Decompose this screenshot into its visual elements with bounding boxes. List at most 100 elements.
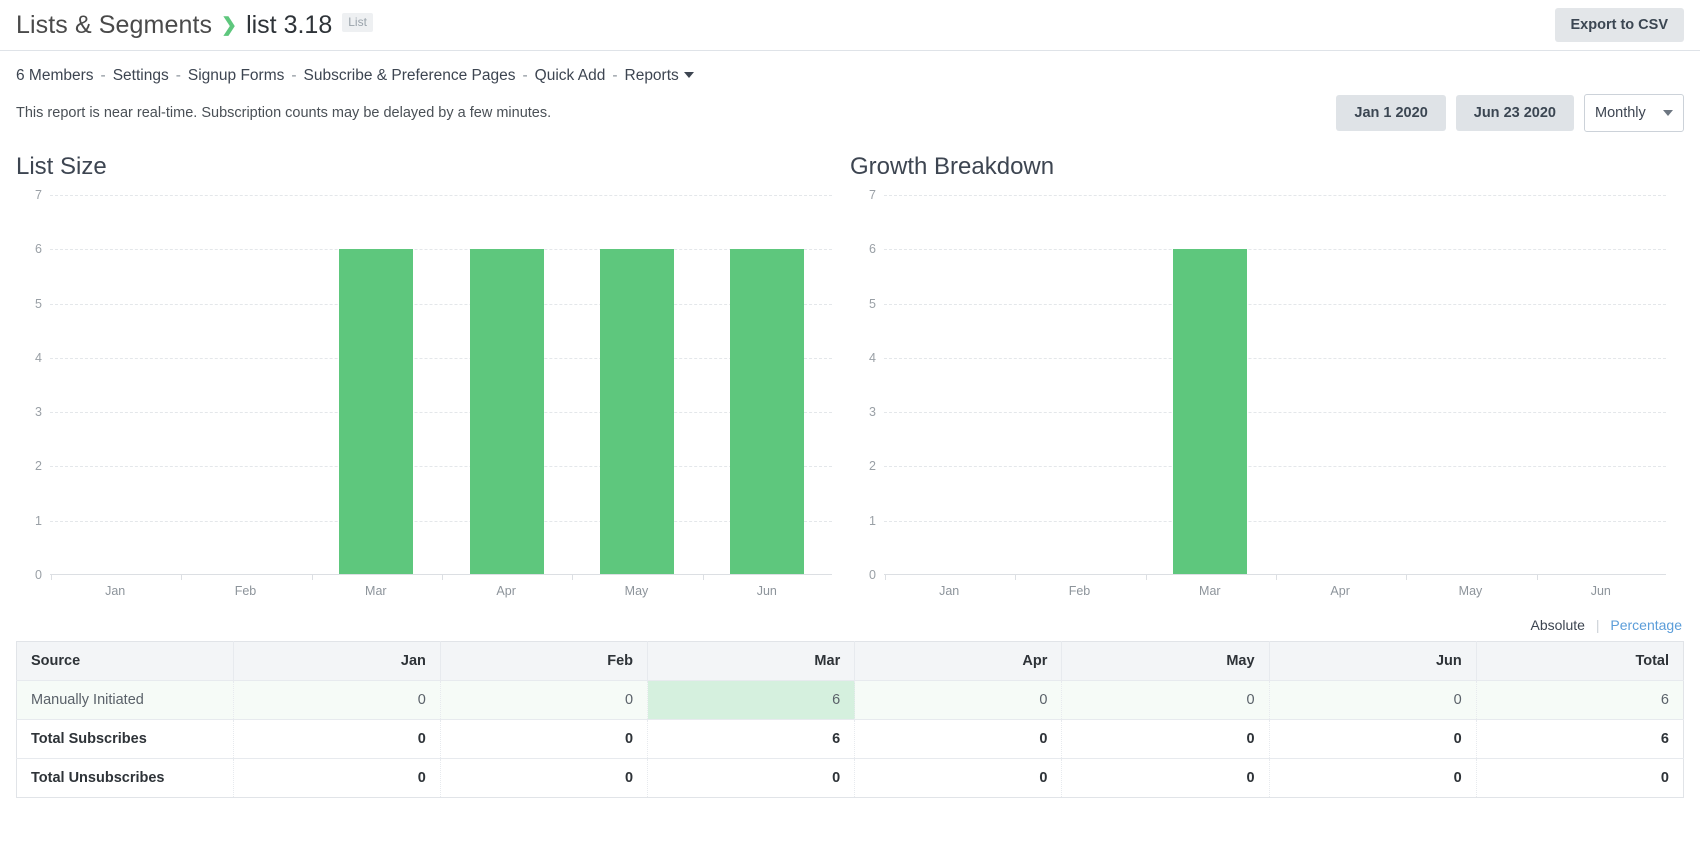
bar-slot-apr[interactable] <box>1275 195 1405 575</box>
y-tick-label: 5 <box>35 297 42 311</box>
bar-slot-mar[interactable] <box>1145 195 1275 575</box>
column-header-mar: Mar <box>648 642 855 681</box>
bar-slot-feb[interactable] <box>1014 195 1144 575</box>
y-tick-label: 4 <box>35 351 42 365</box>
absolute-option[interactable]: Absolute <box>1530 617 1584 633</box>
bar-may[interactable] <box>600 249 674 575</box>
x-tick-mark <box>572 575 573 580</box>
x-tick-mark <box>1537 575 1538 580</box>
bar-slot-jun[interactable] <box>1536 195 1666 575</box>
subnav-separator: - <box>291 67 296 85</box>
y-tick-label: 3 <box>869 405 876 419</box>
subnav-separator: - <box>176 67 181 85</box>
export-to-csv-button[interactable]: Export to CSV <box>1555 8 1684 42</box>
interval-select-value: Monthly <box>1595 105 1646 121</box>
subnav-separator: - <box>612 67 617 85</box>
row-label: Total Subscribes <box>17 720 234 759</box>
x-axis-line <box>884 574 1666 575</box>
toggle-divider: | <box>1596 617 1600 633</box>
growth-table-wrapper: SourceJanFebMarAprMayJunTotal Manually I… <box>0 641 1700 798</box>
x-tick-label: Apr <box>441 584 571 598</box>
percentage-option[interactable]: Percentage <box>1610 617 1682 633</box>
subnav-separator: - <box>523 67 528 85</box>
chart-title-list-size: List Size <box>16 153 832 181</box>
bar-slot-may[interactable] <box>1405 195 1535 575</box>
table-cell: 0 <box>233 720 440 759</box>
y-tick-label: 6 <box>869 242 876 256</box>
table-cell: 0 <box>855 681 1062 720</box>
end-date-button[interactable]: Jun 23 2020 <box>1456 95 1574 131</box>
x-tick-label: Jan <box>50 584 180 598</box>
table-cell: 0 <box>440 681 647 720</box>
table-cell: 6 <box>648 720 855 759</box>
chevron-right-icon: ❯ <box>221 16 237 35</box>
table-cell: 0 <box>440 759 647 798</box>
start-date-button[interactable]: Jan 1 2020 <box>1336 95 1445 131</box>
table-header-row: SourceJanFebMarAprMayJunTotal <box>17 642 1684 681</box>
column-header-source: Source <box>17 642 234 681</box>
subnav-item-settings[interactable]: Settings <box>113 67 169 85</box>
chevron-down-icon <box>1663 110 1673 116</box>
x-tick-mark <box>1276 575 1277 580</box>
table-cell: 0 <box>1269 759 1476 798</box>
bar-slot-jun[interactable] <box>702 195 832 575</box>
x-tick-label: Mar <box>311 584 441 598</box>
column-header-feb: Feb <box>440 642 647 681</box>
bar-slot-mar[interactable] <box>311 195 441 575</box>
table-cell: 0 <box>440 720 647 759</box>
bar-mar[interactable] <box>339 249 413 575</box>
bar-slot-jan[interactable] <box>50 195 180 575</box>
plot-growth-breakdown: 76543210 JanFebMarAprMayJun <box>850 195 1666 575</box>
x-tick-label: Jan <box>884 584 1014 598</box>
x-tick-label: Jun <box>702 584 832 598</box>
table-cell: 0 <box>855 759 1062 798</box>
x-axis-labels-growth-breakdown: JanFebMarAprMayJun <box>884 584 1666 598</box>
table-cell: 0 <box>855 720 1062 759</box>
sub-navigation: 6 Members - Settings - Signup Forms - Su… <box>0 51 1700 85</box>
x-tick-label: May <box>1405 584 1535 598</box>
report-toolbar: This report is near real-time. Subscript… <box>0 85 1700 143</box>
caret-down-icon[interactable] <box>684 72 694 78</box>
growth-table-head: SourceJanFebMarAprMayJunTotal <box>17 642 1684 681</box>
column-header-total: Total <box>1476 642 1683 681</box>
bar-slot-may[interactable] <box>571 195 701 575</box>
x-axis-line <box>50 574 832 575</box>
bar-apr[interactable] <box>470 249 544 575</box>
bar-slot-jan[interactable] <box>884 195 1014 575</box>
x-tick-label: Feb <box>1014 584 1144 598</box>
interval-select[interactable]: Monthly <box>1584 94 1684 132</box>
subnav-item-subscribe-preference-pages[interactable]: Subscribe & Preference Pages <box>304 67 516 85</box>
y-axis-list-size: 76543210 <box>16 195 50 575</box>
subnav-separator: - <box>101 67 106 85</box>
chart-panel-growth-breakdown: Growth Breakdown 76543210 JanFebMarAprMa… <box>850 153 1684 575</box>
bar-slot-feb[interactable] <box>180 195 310 575</box>
subnav-item-signup-forms[interactable]: Signup Forms <box>188 67 284 85</box>
table-cell: 6 <box>1476 720 1683 759</box>
subnav-item-reports[interactable]: Reports <box>625 67 679 85</box>
breadcrumb-root[interactable]: Lists & Segments <box>16 11 212 40</box>
table-cell: 0 <box>1476 759 1683 798</box>
plot-list-size: 76543210 JanFebMarAprMayJun <box>16 195 832 575</box>
bars-growth-breakdown <box>884 195 1666 575</box>
table-row: Manually Initiated0060006 <box>17 681 1684 720</box>
y-tick-label: 0 <box>35 568 42 582</box>
x-tick-mark <box>1406 575 1407 580</box>
subnav-item-quick-add[interactable]: Quick Add <box>535 67 606 85</box>
column-header-apr: Apr <box>855 642 1062 681</box>
x-tick-mark <box>885 575 886 580</box>
bar-mar[interactable] <box>1173 249 1247 575</box>
table-cell: 0 <box>1269 720 1476 759</box>
x-tick-mark <box>442 575 443 580</box>
x-axis-labels-list-size: JanFebMarAprMayJun <box>50 584 832 598</box>
subnav-item-members[interactable]: 6 Members <box>16 67 94 85</box>
bar-slot-apr[interactable] <box>441 195 571 575</box>
table-cell: 0 <box>1062 681 1269 720</box>
x-tick-mark <box>51 575 52 580</box>
y-tick-label: 7 <box>35 188 42 202</box>
table-row: Total Unsubscribes0000000 <box>17 759 1684 798</box>
x-tick-mark <box>312 575 313 580</box>
row-label: Manually Initiated <box>17 681 234 720</box>
breadcrumb-current: list 3.18 <box>246 11 332 40</box>
x-tick-mark <box>703 575 704 580</box>
bar-jun[interactable] <box>730 249 804 575</box>
